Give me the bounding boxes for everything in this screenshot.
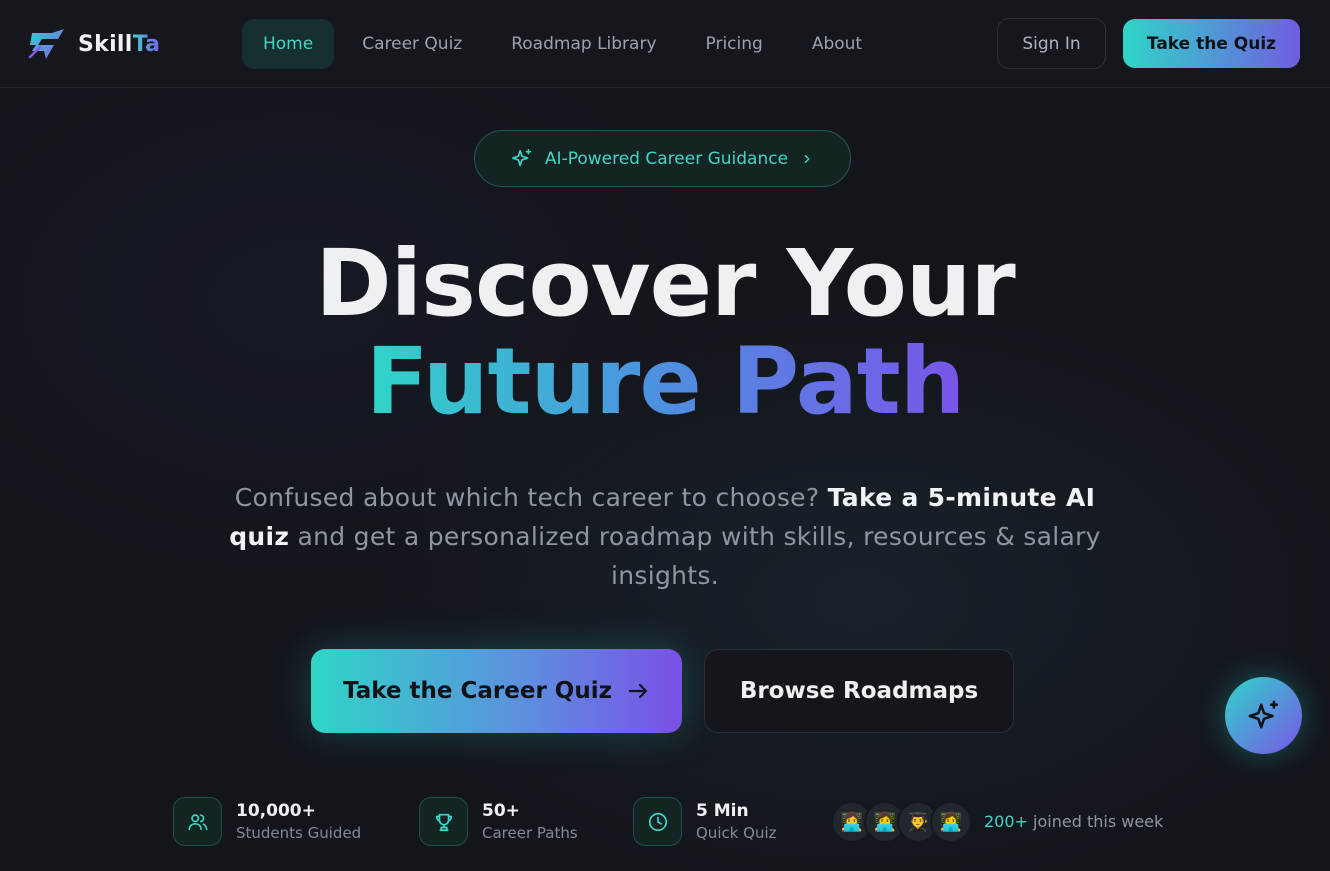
nav-item-about[interactable]: About — [791, 19, 883, 69]
sparkle-icon — [511, 148, 531, 166]
ai-assistant-fab[interactable] — [1225, 677, 1302, 754]
stat-students-guided: 10,000+ Students Guided — [173, 797, 361, 846]
stat-value: 5 Min — [696, 800, 749, 821]
recent-users-avatars: 👩‍💻 👩‍💻 👨‍🎓 👩‍💻 — [831, 801, 972, 843]
arrow-right-icon — [628, 683, 648, 699]
stat-label: Students Guided — [236, 823, 362, 842]
clock-icon — [633, 797, 682, 846]
sign-in-button[interactable]: Sign In — [997, 18, 1106, 69]
stat-career-paths: 50+ Career Paths — [419, 797, 578, 846]
nav-item-career-quiz[interactable]: Career Quiz — [341, 19, 483, 69]
take-career-quiz-button[interactable]: Take the Career Quiz — [311, 649, 682, 733]
browse-roadmaps-button[interactable]: Browse Roadmaps — [704, 649, 1014, 733]
badge-label: AI-Powered Career Guidance — [544, 148, 789, 169]
stat-value: 10,000+ — [236, 800, 316, 821]
top-navigation-bar: SkillTa Home Career Quiz Roadmap Library… — [0, 0, 1330, 88]
chevron-right-icon — [804, 154, 810, 163]
users-icon — [173, 797, 222, 846]
joined-this-week-text: 200+ joined this week — [984, 812, 1164, 831]
stat-quick-quiz: 5 Min Quick Quiz — [633, 797, 777, 846]
stat-value: 50+ — [482, 800, 520, 821]
stat-label: Career Paths — [482, 823, 578, 842]
rocket-logo-icon — [28, 29, 64, 59]
sparkle-icon — [1248, 700, 1278, 729]
nav-item-pricing[interactable]: Pricing — [685, 19, 784, 69]
main-nav: Home Career Quiz Roadmap Library Pricing… — [242, 19, 890, 69]
take-quiz-header-button[interactable]: Take the Quiz — [1123, 19, 1300, 68]
take-career-quiz-label: Take the Career Quiz — [343, 678, 612, 704]
nav-item-home[interactable]: Home — [242, 19, 335, 69]
hero-title-line-2: Future Path — [365, 328, 966, 435]
trophy-icon — [419, 797, 468, 846]
brand-logo[interactable]: SkillTa — [28, 26, 160, 62]
nav-item-roadmap-library[interactable]: Roadmap Library — [490, 19, 677, 69]
joined-count: 200+ — [984, 812, 1028, 831]
brand-name: SkillTa — [78, 31, 161, 57]
ai-guidance-badge[interactable]: AI-Powered Career Guidance — [474, 130, 851, 187]
stat-label: Quick Quiz — [696, 823, 777, 842]
hero-subtitle: Confused about which tech career to choo… — [229, 483, 1101, 590]
hero-title-line-1: Discover Your — [315, 230, 1015, 337]
avatar: 👩‍💻 — [930, 801, 972, 843]
